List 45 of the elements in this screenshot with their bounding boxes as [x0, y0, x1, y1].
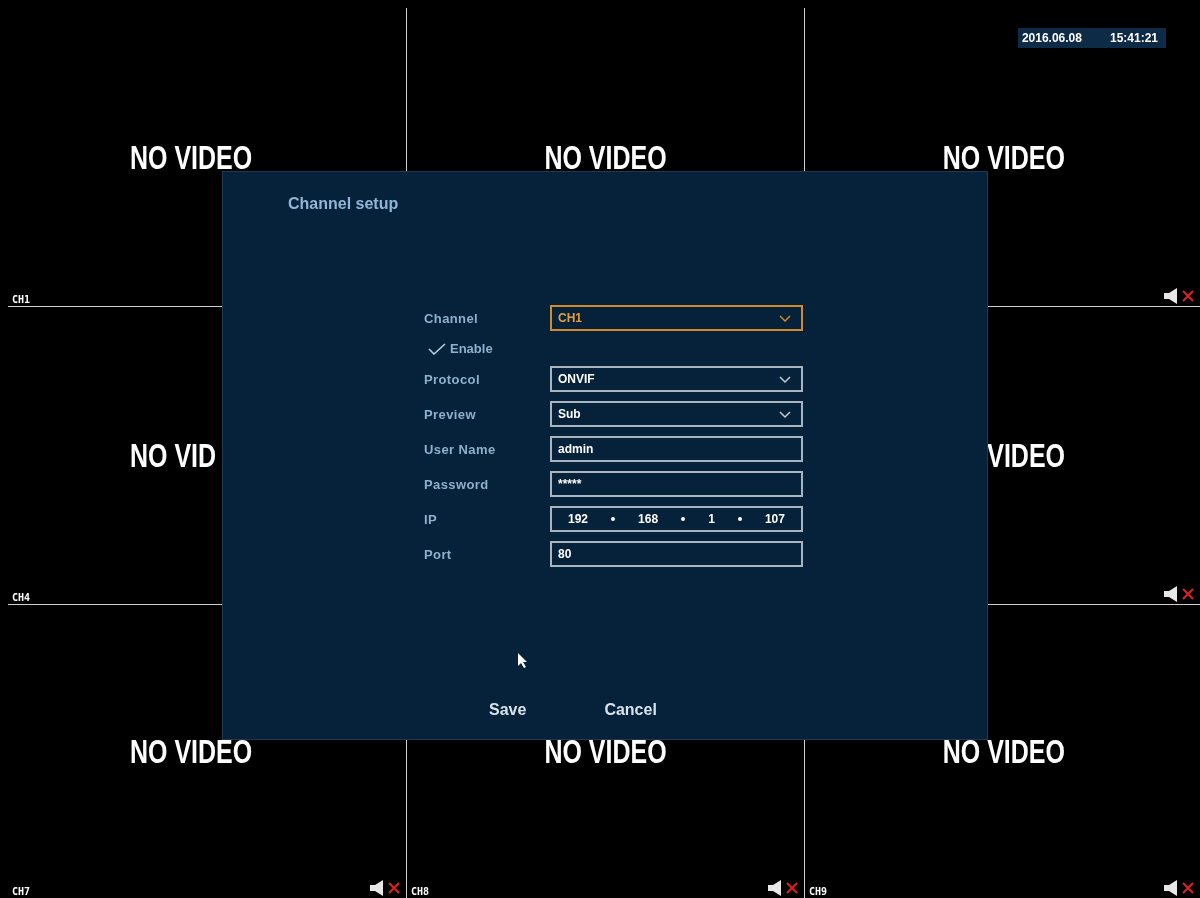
field-label: IP	[424, 511, 439, 527]
channel-label: CH1	[12, 294, 31, 305]
ip-octet: 107	[764, 512, 785, 526]
enable-checkbox[interactable]: Enable	[424, 340, 803, 357]
dropdown-field[interactable]: CH1	[550, 305, 803, 331]
cancel-button[interactable]: Cancel	[600, 699, 661, 721]
field-label: Port	[424, 546, 453, 562]
input-field[interactable]: admin	[550, 436, 803, 462]
channel-label: CH4	[12, 592, 31, 603]
chevron-down-icon	[779, 375, 791, 383]
dot-separator-icon	[611, 517, 616, 521]
field-label: Preview	[424, 406, 477, 422]
time-text: 15:41:21	[1109, 31, 1158, 45]
no-video-text: NO VIDEO	[544, 732, 667, 771]
ip-octet: 1	[708, 512, 715, 526]
dropdown-field[interactable]: ONVIF	[550, 366, 803, 392]
channel-label: CH7	[12, 886, 31, 897]
ip-octet: 192	[568, 512, 589, 526]
no-video-text: NO VIDEO	[942, 732, 1065, 771]
chevron-down-icon	[779, 410, 791, 418]
field-label: Password	[424, 476, 490, 492]
mouse-pointer-icon	[518, 653, 528, 668]
no-video-text: NO VIDEO	[544, 138, 667, 176]
field-label: Channel	[424, 310, 480, 326]
channel-label: CH8	[411, 886, 430, 897]
date-text: 2016.06.08	[1021, 31, 1082, 45]
no-video-text: NO VIDEO	[130, 732, 253, 771]
dialog-title: Channel setup	[287, 194, 400, 213]
input-field[interactable]: *****	[550, 471, 803, 497]
input-field[interactable]: 80	[550, 541, 803, 567]
no-video-text: NO VIDEO	[942, 138, 1065, 176]
field-label: User Name	[424, 441, 497, 457]
dropdown-field[interactable]: Sub	[550, 401, 803, 427]
check-icon	[428, 342, 446, 355]
ip-octet: 168	[638, 512, 659, 526]
save-button[interactable]: Save	[485, 699, 531, 721]
dot-separator-icon	[681, 517, 686, 521]
field-label: Protocol	[424, 371, 481, 387]
channel-label: CH9	[809, 886, 828, 897]
dot-separator-icon	[737, 517, 742, 521]
chevron-down-icon	[779, 314, 791, 322]
ip-address-field[interactable]: 192 168 1 107	[550, 506, 803, 532]
no-video-text: NO VID	[130, 436, 217, 475]
no-video-text: NO VIDEO	[130, 138, 253, 176]
no-video-text: VIDEO	[987, 436, 1065, 475]
